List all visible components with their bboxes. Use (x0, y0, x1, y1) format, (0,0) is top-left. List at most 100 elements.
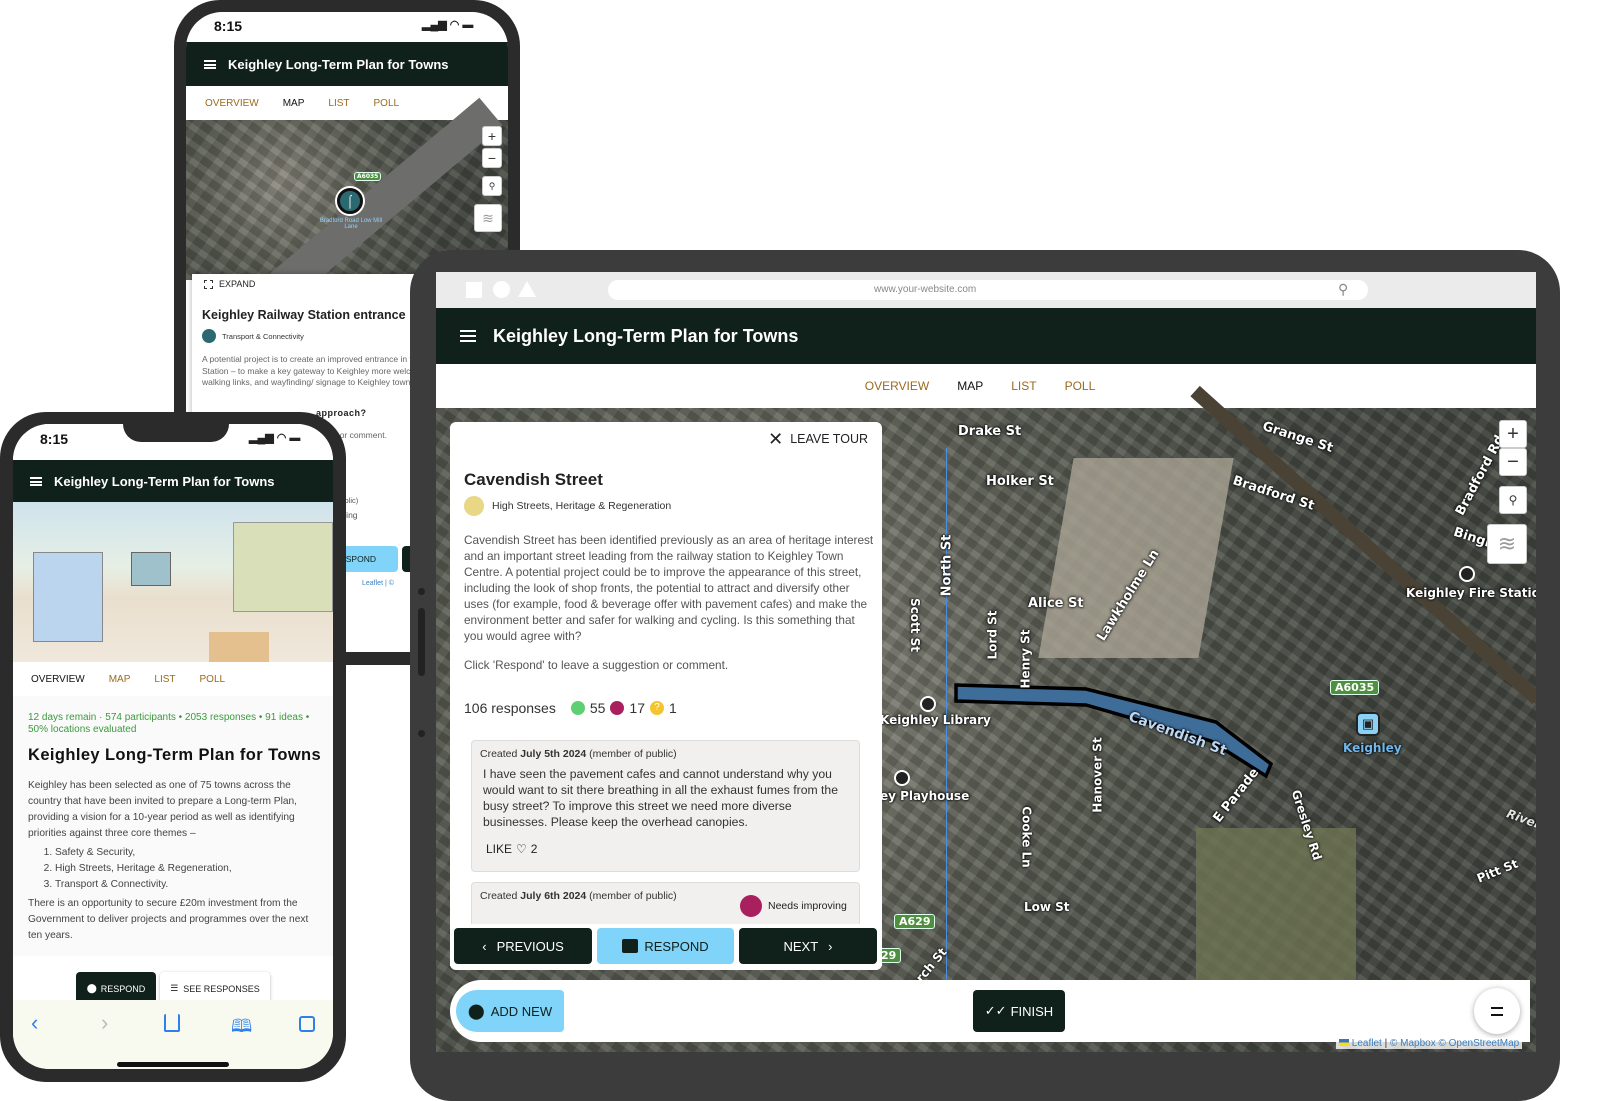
respond-button[interactable]: RESPOND (597, 928, 734, 964)
hero-illustration (13, 502, 333, 662)
respond-label: RESPOND (644, 938, 709, 954)
chevron-right-icon: › (828, 938, 833, 954)
address-bar[interactable]: www.your-website.com ⚲ (608, 280, 1368, 300)
tab-map[interactable]: Map (283, 98, 305, 109)
zoom-in-button[interactable]: + (482, 126, 502, 146)
bookmarks-icon[interactable]: 🕮 (231, 1014, 252, 1044)
comment-icon (622, 939, 639, 953)
place-description: Cavendish Street has been identified pre… (464, 533, 874, 643)
tab-poll[interactable]: Poll (200, 674, 226, 685)
tab-poll[interactable]: Poll (1065, 379, 1096, 393)
search-icon[interactable]: ⚲ (1338, 281, 1348, 298)
app-bar: Keighley Long-Term Plan for Towns (186, 42, 508, 86)
back-icon[interactable]: ‹ (31, 1010, 38, 1036)
road-badge: A6035 (354, 172, 382, 181)
comment-meta: Created July 5th 2024 (member of public) (480, 748, 677, 760)
zoom-out-button[interactable]: − (1499, 448, 1527, 476)
transport-marker[interactable]: ⌠ (337, 188, 363, 214)
map-label: Cooke Ln (1019, 806, 1034, 868)
square-icon (466, 282, 482, 298)
leaflet-link[interactable]: Leaflet (1352, 1038, 1382, 1049)
finish-label: FINISH (1010, 1003, 1054, 1019)
browser-chrome: www.your-website.com ⚲ (436, 272, 1536, 308)
tab-list[interactable]: List (1011, 379, 1036, 393)
menu-fab[interactable] (1474, 988, 1520, 1034)
map-attribution: Leaflet | © Mapbox © OpenStreetMap (1336, 1038, 1523, 1049)
map-pin-icon: ⬤ (86, 983, 97, 993)
sentiment-badge: Needs improving (740, 895, 847, 917)
map-label: Hanover St (1090, 737, 1105, 813)
app-title: Keighley Long-Term Plan for Towns (228, 56, 449, 72)
map-label: Drake St (958, 424, 1022, 439)
layers-button[interactable]: ≋ (474, 204, 502, 232)
theme-item: High Streets, Heritage & Regeneration, (55, 861, 232, 877)
project-outro: There is an opportunity to secure £20m i… (28, 898, 309, 941)
category-label: High Streets, Heritage & Regeneration (492, 500, 672, 512)
double-check-icon: ✓✓ (984, 1003, 1007, 1018)
menu-icon[interactable] (460, 330, 476, 342)
sentiment-label: Needs improving (768, 900, 847, 912)
tab-overview[interactable]: Overview (31, 674, 85, 685)
expand-label: EXPAND (219, 279, 256, 289)
tablet-button-bar (418, 608, 425, 676)
menu-icon[interactable] (204, 59, 216, 69)
phone-overview-screen: 8:15 ▂▄▆ ◠ ▬ Keighley Long-Term Plan for… (13, 424, 333, 1069)
leave-tour-button[interactable]: ✕ LEAVE TOUR (768, 430, 868, 448)
thumbs-down-icon (740, 895, 762, 917)
osm-link[interactable]: © OpenStreetMap (1438, 1038, 1519, 1049)
map-pin-icon: ⬤ (467, 1003, 485, 1020)
finish-button[interactable]: ✓✓ FINISH (973, 990, 1065, 1032)
theme-item: Transport & Connectivity. (55, 877, 232, 893)
triangle-icon (518, 281, 536, 297)
positive-count: 55 (589, 700, 606, 716)
add-new-button[interactable]: ⬤ ADD NEW (456, 990, 564, 1032)
tab-map[interactable]: Map (957, 379, 983, 393)
train-station-icon[interactable]: ▣ (1356, 712, 1380, 736)
locate-button[interactable]: ⚲ (1499, 486, 1527, 514)
locate-button[interactable]: ⚲ (482, 176, 502, 196)
mapbox-link[interactable]: © Mapbox (1390, 1038, 1436, 1049)
forward-icon[interactable]: › (101, 1010, 108, 1036)
illustration-building-left (33, 552, 103, 642)
fire-station-icon (1459, 566, 1475, 582)
question-icon: ? (650, 701, 664, 715)
zoom-in-button[interactable]: + (1499, 420, 1527, 448)
tab-overview[interactable]: Overview (205, 98, 259, 109)
ukraine-flag-icon (1339, 1039, 1349, 1046)
tablet-button-dot (418, 588, 425, 595)
map-label: Keighley Fire Station (1406, 586, 1536, 600)
respond-prompt: Click 'Respond' to leave a suggestion or… (464, 658, 729, 672)
home-indicator (117, 1062, 229, 1067)
next-button[interactable]: NEXT › (739, 928, 877, 964)
next-label: NEXT (783, 938, 819, 954)
share-icon[interactable] (164, 1014, 180, 1032)
card-title: Keighley Railway Station entrance (202, 308, 406, 322)
playhouse-icon (894, 770, 910, 786)
previous-button[interactable]: ‹ PREVIOUS (454, 928, 592, 964)
road-badge: A6035 (1330, 680, 1380, 695)
project-stats: 12 days remain · 574 participants • 2053… (28, 712, 310, 735)
expand-button[interactable]: EXPAND (204, 279, 255, 289)
project-heading: Keighley Long-Term Plan for Towns (28, 746, 322, 764)
map-attribution: Leaflet | © (362, 580, 394, 587)
tabs-icon[interactable] (299, 1016, 315, 1032)
tab-overview[interactable]: Overview (865, 379, 929, 393)
themes-list: Safety & Security, High Streets, Heritag… (55, 845, 232, 893)
tab-map[interactable]: Map (109, 674, 131, 685)
tab-poll[interactable]: Poll (374, 98, 400, 109)
transport-category-icon (202, 329, 216, 343)
like-button[interactable]: LIKE ♡ 2 (486, 842, 537, 856)
zoom-out-button[interactable]: − (482, 148, 502, 168)
menu-icon[interactable] (30, 476, 42, 486)
tab-list[interactable]: List (328, 98, 349, 109)
comment-author: (member of public) (589, 890, 677, 902)
responses-summary: 106 responses 55 17 ? 1 (464, 700, 677, 716)
status-time: 8:15 (214, 18, 243, 34)
created-prefix: Created (480, 748, 518, 760)
question-partial: approach? (316, 408, 367, 418)
add-new-label: ADD NEW (490, 1003, 553, 1019)
illustration-building-right (233, 522, 333, 612)
layers-button[interactable]: ≋ (1487, 524, 1527, 564)
illustration-planter (209, 632, 269, 662)
tab-list[interactable]: List (154, 674, 175, 685)
